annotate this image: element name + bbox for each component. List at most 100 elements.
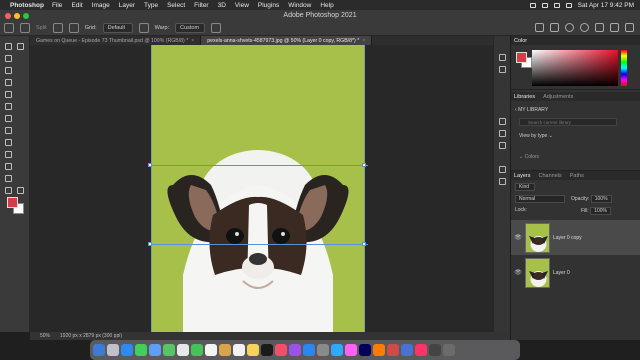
- menu-edit[interactable]: Edit: [71, 2, 82, 9]
- reference-point-icon[interactable]: [211, 23, 222, 33]
- tv-icon[interactable]: [261, 344, 273, 356]
- home-icon[interactable]: [4, 23, 14, 33]
- finder-icon[interactable]: [93, 344, 105, 356]
- healing-brush-tool-icon[interactable]: [5, 115, 12, 122]
- app-icon[interactable]: [387, 344, 399, 356]
- close-icon[interactable]: ×: [191, 38, 194, 44]
- transform-guide-bottom[interactable]: [148, 244, 368, 245]
- safari-icon[interactable]: [121, 344, 133, 356]
- premiere-icon[interactable]: [359, 344, 371, 356]
- brush-tool-icon[interactable]: [5, 127, 12, 134]
- menu-select[interactable]: Select: [167, 2, 185, 9]
- menu-app-name[interactable]: Photoshop: [10, 2, 44, 9]
- gradient-tool-icon[interactable]: [5, 163, 12, 170]
- hand-tool-icon[interactable]: [17, 187, 24, 194]
- tab-libraries[interactable]: Libraries: [514, 94, 535, 100]
- music-icon[interactable]: [275, 344, 287, 356]
- expand-toolbar-icon[interactable]: [17, 43, 24, 50]
- messages-icon[interactable]: [135, 344, 147, 356]
- foreground-color-swatch[interactable]: [516, 52, 527, 63]
- warp-select[interactable]: Custom: [175, 23, 206, 33]
- wifi-icon[interactable]: [553, 2, 560, 8]
- notes-icon[interactable]: [247, 344, 259, 356]
- screen-icon[interactable]: [529, 2, 536, 8]
- tab-pexels-photo[interactable]: pexels-anna-shvets-4587973.jpg @ 50% (La…: [201, 36, 373, 45]
- xd-icon[interactable]: [345, 344, 357, 356]
- search-icon[interactable]: [565, 2, 572, 8]
- pen-tool-icon[interactable]: [5, 175, 12, 182]
- quick-select-tool-icon[interactable]: [5, 79, 12, 86]
- eye-icon[interactable]: 👁: [511, 269, 525, 276]
- tab-layers[interactable]: Layers: [514, 173, 531, 179]
- photoshop-icon[interactable]: [331, 344, 343, 356]
- warp-options-icon[interactable]: [138, 23, 149, 33]
- mail-icon[interactable]: [149, 344, 161, 356]
- eye-icon[interactable]: 👁: [511, 234, 525, 241]
- properties-icon[interactable]: [499, 66, 506, 73]
- split-label[interactable]: Split: [36, 25, 47, 31]
- transform-edge-left[interactable]: [151, 45, 152, 332]
- transform-handle[interactable]: [148, 242, 152, 246]
- eyedropper-tool-icon[interactable]: [5, 103, 12, 110]
- workspace-icon[interactable]: [610, 23, 619, 32]
- history-icon[interactable]: [499, 54, 506, 61]
- split-horizontal-icon[interactable]: [52, 23, 63, 33]
- opacity-input[interactable]: 100%: [590, 195, 612, 203]
- type-tool-icon[interactable]: [5, 187, 12, 194]
- hue-slider[interactable]: [621, 50, 627, 86]
- transform-edge-right[interactable]: [364, 45, 365, 332]
- menu-layer[interactable]: Layer: [119, 2, 135, 9]
- fill-input[interactable]: 100%: [590, 207, 611, 215]
- app-store-icon[interactable]: [303, 344, 315, 356]
- app-icon[interactable]: [415, 344, 427, 356]
- crop-tool-icon[interactable]: [5, 91, 12, 98]
- share-icon[interactable]: [625, 23, 634, 32]
- menu-plugins[interactable]: Plugins: [258, 2, 279, 9]
- clone-stamp-tool-icon[interactable]: [5, 139, 12, 146]
- character-icon[interactable]: [499, 166, 506, 173]
- maps-icon[interactable]: [163, 344, 175, 356]
- split-vertical-icon[interactable]: [68, 23, 79, 33]
- menu-clock[interactable]: Sat Apr 17 9:42 PM: [578, 2, 634, 9]
- grid-select[interactable]: Default: [102, 23, 133, 33]
- layer-row-layer-0[interactable]: 👁 Layer 0: [511, 255, 640, 290]
- close-icon[interactable]: ×: [362, 38, 365, 44]
- facetime-icon[interactable]: [191, 344, 203, 356]
- patterns-icon[interactable]: [499, 142, 506, 149]
- launchpad-icon[interactable]: [107, 344, 119, 356]
- canvas-photo[interactable]: [151, 45, 365, 332]
- downloads-icon[interactable]: [443, 344, 455, 356]
- podcasts-icon[interactable]: [289, 344, 301, 356]
- tab-thumbnail-psd[interactable]: Games on Queue - Episode 73 Thumbnail.ps…: [30, 36, 202, 45]
- tab-paths[interactable]: Paths: [570, 173, 584, 179]
- transform-handle[interactable]: [148, 163, 152, 167]
- menu-file[interactable]: File: [52, 2, 62, 9]
- foreground-color-swatch[interactable]: [7, 197, 18, 208]
- tab-channels[interactable]: Channels: [539, 173, 562, 179]
- reminders-icon[interactable]: [233, 344, 245, 356]
- battery-icon[interactable]: [541, 2, 548, 8]
- tab-color[interactable]: Color: [514, 38, 527, 44]
- color-field[interactable]: [532, 50, 618, 86]
- document-size[interactable]: 1920 px x 2879 px (300 ppi): [60, 333, 122, 339]
- paragraph-icon[interactable]: [499, 178, 506, 185]
- toggle-mode-icon[interactable]: [535, 23, 544, 32]
- blend-mode-select[interactable]: Normal: [515, 195, 565, 203]
- calendar-icon[interactable]: [205, 344, 217, 356]
- undo-icon[interactable]: [550, 23, 559, 32]
- menu-image[interactable]: Image: [92, 2, 110, 9]
- transform-handle[interactable]: [362, 242, 366, 246]
- transform-guide-top[interactable]: [148, 165, 368, 166]
- eraser-tool-icon[interactable]: [5, 151, 12, 158]
- library-selector[interactable]: ‹ MY LIBRARY: [515, 107, 548, 113]
- menu-help[interactable]: Help: [320, 2, 333, 9]
- view-by-select[interactable]: View by type ⌄: [519, 133, 609, 139]
- commit-icon[interactable]: [580, 23, 589, 32]
- move-tool-icon[interactable]: [5, 43, 12, 50]
- tab-adjustments[interactable]: Adjustments: [543, 94, 573, 100]
- menu-type[interactable]: Type: [144, 2, 158, 9]
- app-icon[interactable]: [401, 344, 413, 356]
- cancel-icon[interactable]: [565, 23, 574, 32]
- layer-row-layer-0-copy[interactable]: 👁 Layer 0 copy: [511, 220, 640, 255]
- menu-view[interactable]: View: [235, 2, 249, 9]
